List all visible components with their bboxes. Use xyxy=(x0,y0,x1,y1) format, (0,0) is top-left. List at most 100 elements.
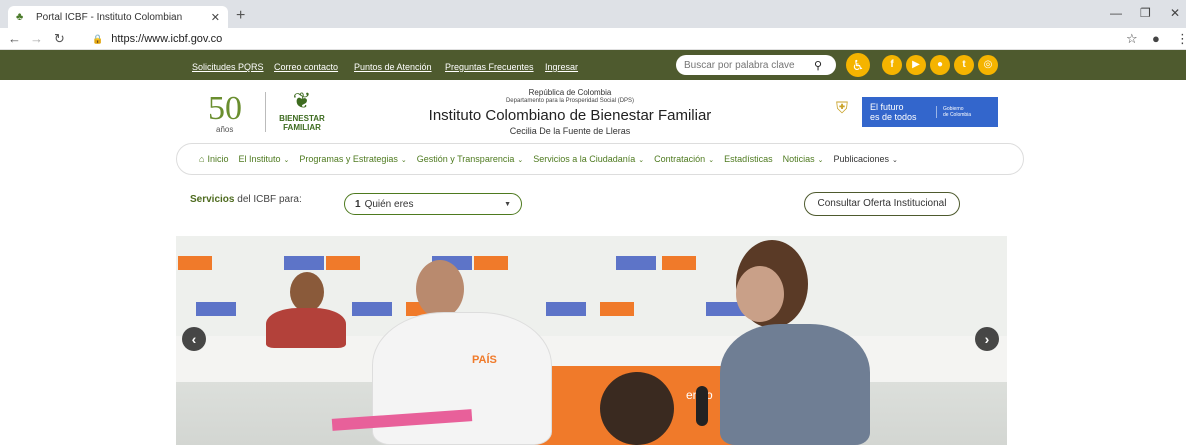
nav-programas-label: Programas y Estrategias xyxy=(299,154,398,164)
twitter-icon[interactable]: t xyxy=(954,55,974,75)
department-label: Departamento para la Prosperidad Social … xyxy=(505,98,635,104)
close-tab-icon[interactable]: ✕ xyxy=(211,11,220,24)
reload-icon[interactable]: ↻ xyxy=(54,31,65,47)
hero-person xyxy=(266,308,346,348)
search-icon[interactable]: ⚲ xyxy=(814,59,822,72)
consult-offer-button[interactable]: Consultar Oferta Institucional xyxy=(804,192,960,216)
gobierno-banner[interactable]: El futuro es de todos Gobierno de Colomb… xyxy=(862,97,998,127)
director-name: Cecilia De la Fuente de Lleras xyxy=(509,126,631,136)
close-window-icon[interactable]: ✕ xyxy=(1170,6,1180,20)
link-preguntas[interactable]: Preguntas Frecuentes xyxy=(445,62,534,72)
restore-icon[interactable]: ❐ xyxy=(1140,6,1151,20)
institute-title: Instituto Colombiano de Bienestar Famili… xyxy=(428,107,712,124)
new-tab-icon[interactable]: + xyxy=(236,7,245,25)
flickr-icon[interactable]: ● xyxy=(930,55,950,75)
hero-person xyxy=(290,272,324,312)
hero-poster xyxy=(474,256,508,270)
search-input[interactable] xyxy=(684,59,814,71)
search-box: ⚲ xyxy=(676,55,836,75)
chevron-down-icon: ⌄ xyxy=(638,157,645,164)
shirt-text: PAÍS xyxy=(472,354,497,366)
hero-poster xyxy=(196,302,236,316)
nav-el-instituto-label: El Instituto xyxy=(238,154,281,164)
link-correo[interactable]: Correo contacto xyxy=(274,62,338,72)
hero-microphone xyxy=(696,386,708,426)
instagram-icon[interactable]: ◎ xyxy=(978,55,998,75)
youtube-icon[interactable]: ▶ xyxy=(906,55,926,75)
gov-slogan-1: El futuro xyxy=(870,102,904,112)
accessibility-icon[interactable]: ♿ xyxy=(846,53,870,77)
gov-slogan-2: es de todos xyxy=(870,112,917,122)
chevron-down-icon: ⌄ xyxy=(708,157,715,164)
who-are-you-select[interactable]: 1 Quién eres ▼ xyxy=(344,193,522,215)
main-navigation: ⌂ Inicio El Instituto ⌄ Programas y Estra… xyxy=(176,143,1024,175)
hero-poster xyxy=(546,302,586,316)
logo-years: años xyxy=(216,125,234,134)
nav-contratacion-label: Contratación xyxy=(654,154,706,164)
hero-poster xyxy=(662,256,696,270)
hero-poster xyxy=(600,302,634,316)
services-label-bold: Servicios xyxy=(190,194,235,205)
lock-icon: 🔒 xyxy=(92,33,104,44)
republic-label: República de Colombia xyxy=(528,88,612,97)
address-bar[interactable]: 🔒 https://www.icbf.gov.co xyxy=(92,30,1112,48)
colombia-shield-icon: ⛨ xyxy=(835,100,848,117)
chevron-down-icon: ⌄ xyxy=(517,157,524,164)
logo-number: 50 xyxy=(208,90,242,127)
carousel-next-button[interactable]: › xyxy=(975,327,999,351)
hero-poster xyxy=(326,256,360,270)
services-label: Servicios del ICBF para: xyxy=(190,194,302,205)
select-step-number: 1 xyxy=(355,198,361,210)
home-icon: ⌂ xyxy=(199,154,205,164)
nav-publicaciones-label: Publicaciones xyxy=(833,154,890,164)
bookmark-star-icon[interactable]: ☆ xyxy=(1126,31,1138,47)
back-icon[interactable]: ← xyxy=(8,31,21,46)
family-figures-icon: ❦ xyxy=(292,88,312,113)
services-label-rest: del ICBF para: xyxy=(234,194,302,205)
nav-inicio[interactable]: Inicio xyxy=(207,154,228,164)
header-title-block: República de Colombia Departamento para … xyxy=(420,88,720,136)
facebook-icon[interactable]: f xyxy=(882,55,902,75)
logo-50-years[interactable]: 50 años xyxy=(208,90,258,135)
nav-gestion[interactable]: Gestión y Transparencia ⌄ xyxy=(417,154,523,164)
menu-icon[interactable]: ⋮ xyxy=(1176,31,1186,47)
nav-estadisticas[interactable]: Estadísticas xyxy=(724,154,773,164)
tab-title: Portal ICBF - Instituto Colombian xyxy=(36,11,183,23)
nav-contratacion[interactable]: Contratación ⌄ xyxy=(654,154,714,164)
logo-divider xyxy=(265,92,266,132)
link-puntos[interactable]: Puntos de Atención xyxy=(354,62,432,72)
chevron-down-icon: ⌄ xyxy=(283,157,290,164)
hero-person xyxy=(416,260,464,318)
nav-publicaciones[interactable]: Publicaciones ⌄ xyxy=(833,154,897,164)
carousel-prev-button[interactable]: ‹ xyxy=(182,327,206,351)
chevron-down-icon: ⌄ xyxy=(400,157,407,164)
nav-noticias-label: Noticias xyxy=(782,154,815,164)
gov-name: Gobierno de Colombia xyxy=(936,106,971,118)
dropdown-arrow-icon: ▼ xyxy=(504,200,511,208)
nav-el-instituto[interactable]: El Instituto ⌄ xyxy=(238,154,289,164)
nav-noticias[interactable]: Noticias ⌄ xyxy=(783,154,824,164)
logo-bf-line2: FAMILIAR xyxy=(283,123,321,132)
site-top-bar: Solicitudes PQRS Correo contacto Puntos … xyxy=(0,50,1186,80)
hero-person xyxy=(736,266,784,322)
nav-gestion-label: Gestión y Transparencia xyxy=(416,154,515,164)
minimize-icon[interactable]: — xyxy=(1110,6,1122,20)
hero-carousel: endo PAÍS ‹ › xyxy=(176,236,1007,445)
hero-poster xyxy=(616,256,656,270)
browser-tab[interactable]: ♣ Portal ICBF - Instituto Colombian ✕ xyxy=(8,6,228,28)
profile-icon[interactable]: ● xyxy=(1152,31,1160,46)
browser-toolbar: ← → ↻ 🔒 https://www.icbf.gov.co ☆ ● ⋮ xyxy=(0,28,1186,50)
url-text: https://www.icbf.gov.co xyxy=(111,33,223,45)
link-ingresar[interactable]: Ingresar xyxy=(545,62,578,72)
forward-icon[interactable]: → xyxy=(30,31,43,46)
gov-slogan: El futuro es de todos xyxy=(862,102,934,122)
nav-programas[interactable]: Programas y Estrategias ⌄ xyxy=(299,154,406,164)
chevron-down-icon: ⌄ xyxy=(892,157,898,164)
select-value: Quién eres xyxy=(364,198,414,210)
hero-poster xyxy=(178,256,212,270)
nav-servicios-label: Servicios a la Ciudadanía xyxy=(533,154,636,164)
logo-bienestar-familiar[interactable]: ❦ BIENESTAR FAMILIAR xyxy=(272,88,332,136)
nav-servicios[interactable]: Servicios a la Ciudadanía ⌄ xyxy=(533,154,644,164)
site-favicon-icon: ♣ xyxy=(16,11,24,23)
link-pqrs[interactable]: Solicitudes PQRS xyxy=(192,62,264,72)
